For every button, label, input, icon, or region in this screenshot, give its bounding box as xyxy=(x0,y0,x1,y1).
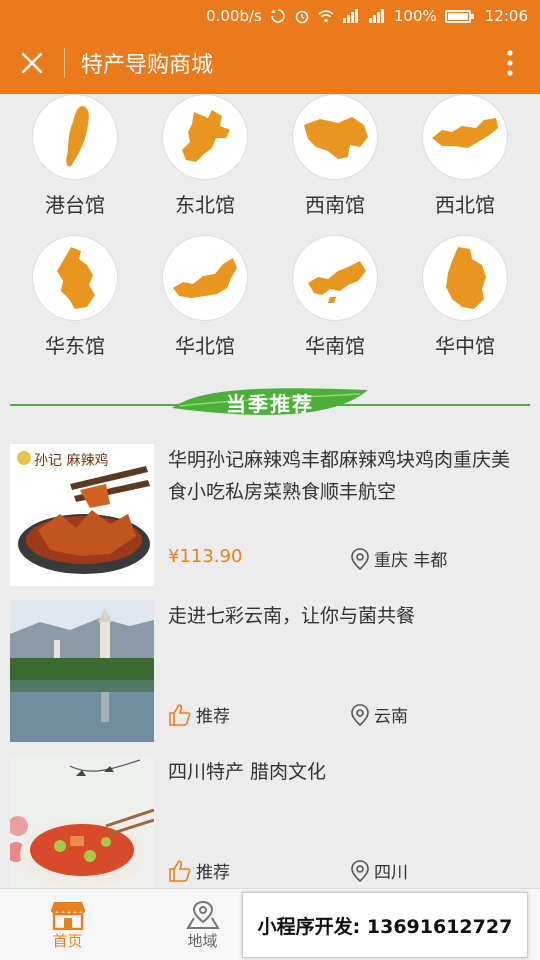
southwest-map-icon xyxy=(304,117,368,159)
product-thumbnail xyxy=(10,756,154,888)
region-circle xyxy=(162,235,248,321)
region-label: 东北馆 xyxy=(175,193,235,217)
contact-banner: 小程序开发: 13691612727 xyxy=(242,892,528,958)
region-label: 华南馆 xyxy=(305,334,365,358)
header-divider xyxy=(64,48,65,78)
taiwan-map-icon xyxy=(66,106,89,167)
location-pin-icon xyxy=(351,859,369,882)
region-label: 华东馆 xyxy=(45,334,105,358)
tab-home[interactable]: 首页 xyxy=(0,889,135,960)
thumbs-up-icon xyxy=(169,859,191,882)
tag-text: 推荐 xyxy=(196,863,230,883)
region-item[interactable]: 西南馆 xyxy=(270,94,400,218)
region-label: 华中馆 xyxy=(435,334,495,358)
thumbs-up-icon xyxy=(169,703,191,726)
region-circle xyxy=(32,235,118,321)
signal-icon xyxy=(342,9,360,23)
region-label: 西南馆 xyxy=(305,193,365,217)
section-header: 当季推荐 xyxy=(0,376,540,432)
product-price: ¥113.90 xyxy=(168,546,243,567)
region-item[interactable]: 华中馆 xyxy=(400,235,530,359)
product-name: 走进七彩云南，让你与菌共餐 xyxy=(168,605,416,627)
app-header: 特产导购商城 xyxy=(0,32,540,94)
alarm-icon xyxy=(294,8,310,24)
north-china-map-icon xyxy=(173,258,237,298)
region-item[interactable]: 港台馆 xyxy=(10,94,140,218)
region-circle xyxy=(292,94,378,180)
region-circle xyxy=(422,235,508,321)
product-name: 华明孙记麻辣鸡丰都麻辣鸡块鸡肉重庆美食小吃私房菜熟食顺丰航空 xyxy=(168,449,511,503)
sync-icon xyxy=(270,8,286,24)
network-speed: 0.00b/s xyxy=(206,7,262,25)
close-icon xyxy=(21,52,43,74)
region-label: 华北馆 xyxy=(175,334,235,358)
clock: 12:06 xyxy=(484,7,528,25)
region-circle xyxy=(162,94,248,180)
page-title: 特产导购商城 xyxy=(81,53,214,78)
thumbnail-caption: 孙记 麻辣鸡 xyxy=(34,453,109,469)
product-item[interactable]: 四川特产 腊肉文化 推荐 四川 xyxy=(0,756,540,888)
tab-label: 首页 xyxy=(52,931,83,950)
location-text: 四川 xyxy=(374,863,408,883)
northwest-map-icon xyxy=(432,118,498,148)
region-item[interactable]: 东北馆 xyxy=(140,94,270,218)
central-china-map-icon xyxy=(446,247,486,309)
map-pin-icon xyxy=(185,900,220,929)
more-vertical-icon xyxy=(507,50,513,76)
product-location: 重庆 丰都 xyxy=(350,546,447,571)
product-thumbnail: 孙记 麻辣鸡 xyxy=(10,444,154,586)
close-button[interactable] xyxy=(0,32,64,94)
section-title: 当季推荐 xyxy=(226,392,314,416)
battery-percent: 100% xyxy=(393,7,437,25)
south-china-map-icon xyxy=(308,261,366,303)
northeast-map-icon xyxy=(182,110,230,162)
region-item[interactable]: 华南馆 xyxy=(270,235,400,359)
product-item[interactable]: 走进七彩云南，让你与菌共餐 推荐 云南 xyxy=(0,600,540,750)
region-circle xyxy=(422,94,508,180)
tag-text: 推荐 xyxy=(196,707,230,727)
recommend-tag: 推荐 xyxy=(168,858,230,883)
product-location: 云南 xyxy=(350,702,408,727)
location-text: 云南 xyxy=(374,707,408,727)
region-circle xyxy=(292,235,378,321)
main-content: 港台馆 东北馆 西南馆 西北馆 华东馆 华北馆 华南馆 华中馆 当季推荐 孙记 … xyxy=(0,94,540,888)
signal-icon xyxy=(368,9,386,23)
region-item[interactable]: 西北馆 xyxy=(400,94,530,218)
wifi-icon xyxy=(318,8,334,24)
region-circle xyxy=(32,94,118,180)
status-bar: 0.00b/s 100% 12:06 xyxy=(0,0,540,32)
recommend-tag: 推荐 xyxy=(168,702,230,727)
product-name: 四川特产 腊肉文化 xyxy=(168,761,327,783)
region-label: 西北馆 xyxy=(435,193,495,217)
product-thumbnail xyxy=(10,600,154,742)
location-text: 重庆 丰都 xyxy=(374,551,448,571)
region-item[interactable]: 华北馆 xyxy=(140,235,270,359)
location-pin-icon xyxy=(351,547,369,570)
tab-label: 地域 xyxy=(187,931,218,950)
region-label: 港台馆 xyxy=(45,193,105,217)
east-china-map-icon xyxy=(57,247,95,309)
more-button[interactable] xyxy=(480,32,540,94)
battery-icon xyxy=(444,9,474,23)
shop-icon xyxy=(50,901,85,930)
region-item[interactable]: 华东馆 xyxy=(10,235,140,359)
region-grid: 港台馆 东北馆 西南馆 西北馆 华东馆 华北馆 华南馆 华中馆 xyxy=(0,94,540,374)
product-item[interactable]: 孙记 麻辣鸡 华明孙记麻辣鸡丰都麻辣鸡块鸡肉重庆美食小吃私房菜熟食顺丰航空 ¥1… xyxy=(0,444,540,594)
product-location: 四川 xyxy=(350,858,408,883)
location-pin-icon xyxy=(351,703,369,726)
